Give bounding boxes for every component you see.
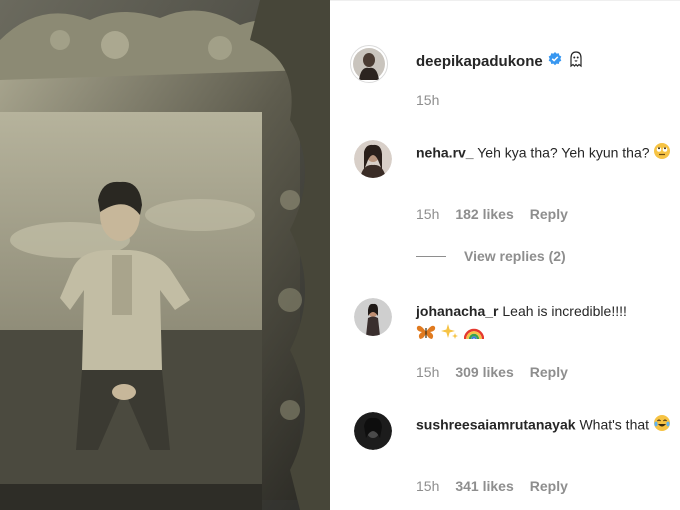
- reply-button[interactable]: Reply: [530, 206, 568, 222]
- comment-item: sushreesaiamrutanayak What's that: [416, 414, 676, 438]
- comment-meta: 15h 309 likes Reply: [416, 364, 568, 380]
- reply-button[interactable]: Reply: [530, 478, 568, 494]
- comment-item: johanacha_r Leah is incredible!!!!: [416, 301, 676, 347]
- comment-username[interactable]: neha.rv_: [416, 145, 474, 161]
- tears-of-joy-emoji-icon: [653, 414, 671, 438]
- view-replies-divider: [416, 255, 446, 257]
- comment-likes[interactable]: 309 likes: [455, 364, 513, 380]
- verified-badge-icon: [548, 52, 562, 71]
- comment-avatar[interactable]: [354, 298, 392, 336]
- comment-text: Leah is incredible!!!!: [502, 303, 627, 319]
- comment-likes[interactable]: 182 likes: [455, 206, 513, 222]
- comment-likes[interactable]: 341 likes: [455, 478, 513, 494]
- view-replies-button[interactable]: View replies (2): [416, 248, 566, 264]
- owner-post-time[interactable]: 15h: [416, 92, 439, 108]
- comment-avatar[interactable]: [354, 140, 392, 178]
- owner-username[interactable]: deepikapadukone: [416, 53, 543, 70]
- comment-item: neha.rv_ Yeh kya tha? Yeh kyun tha?: [416, 142, 676, 166]
- post-photo: [0, 0, 330, 510]
- rolling-eyes-emoji-icon: [653, 142, 671, 166]
- ghost-emoji-icon: [567, 50, 585, 73]
- comment-meta: 15h 182 likes Reply: [416, 206, 568, 222]
- comment-avatar[interactable]: [354, 412, 392, 450]
- view-replies-label: View replies (2): [464, 248, 566, 264]
- rainbow-emoji-icon: [463, 323, 484, 347]
- comment-emoji-row: [416, 323, 676, 347]
- reply-button[interactable]: Reply: [530, 364, 568, 380]
- sparkles-emoji-icon: [440, 323, 460, 347]
- comment-time[interactable]: 15h: [416, 364, 439, 380]
- comment-time[interactable]: 15h: [416, 478, 439, 494]
- comment-meta: 15h 341 likes Reply: [416, 478, 568, 494]
- comment-text: What's that: [579, 416, 650, 433]
- owner-avatar[interactable]: [350, 45, 388, 83]
- comment-time[interactable]: 15h: [416, 206, 439, 222]
- butterfly-emoji-icon: [416, 323, 436, 347]
- comments-panel: deepikapadukone 15h neha.rv_ Yeh kya tha…: [330, 0, 680, 510]
- comment-username[interactable]: sushreesaiamrutanayak: [416, 417, 576, 433]
- comment-username[interactable]: johanacha_r: [416, 303, 498, 319]
- comment-text: Yeh kya tha? Yeh kyun tha?: [477, 144, 650, 161]
- post-image[interactable]: [0, 0, 330, 510]
- owner-header: deepikapadukone: [416, 50, 585, 73]
